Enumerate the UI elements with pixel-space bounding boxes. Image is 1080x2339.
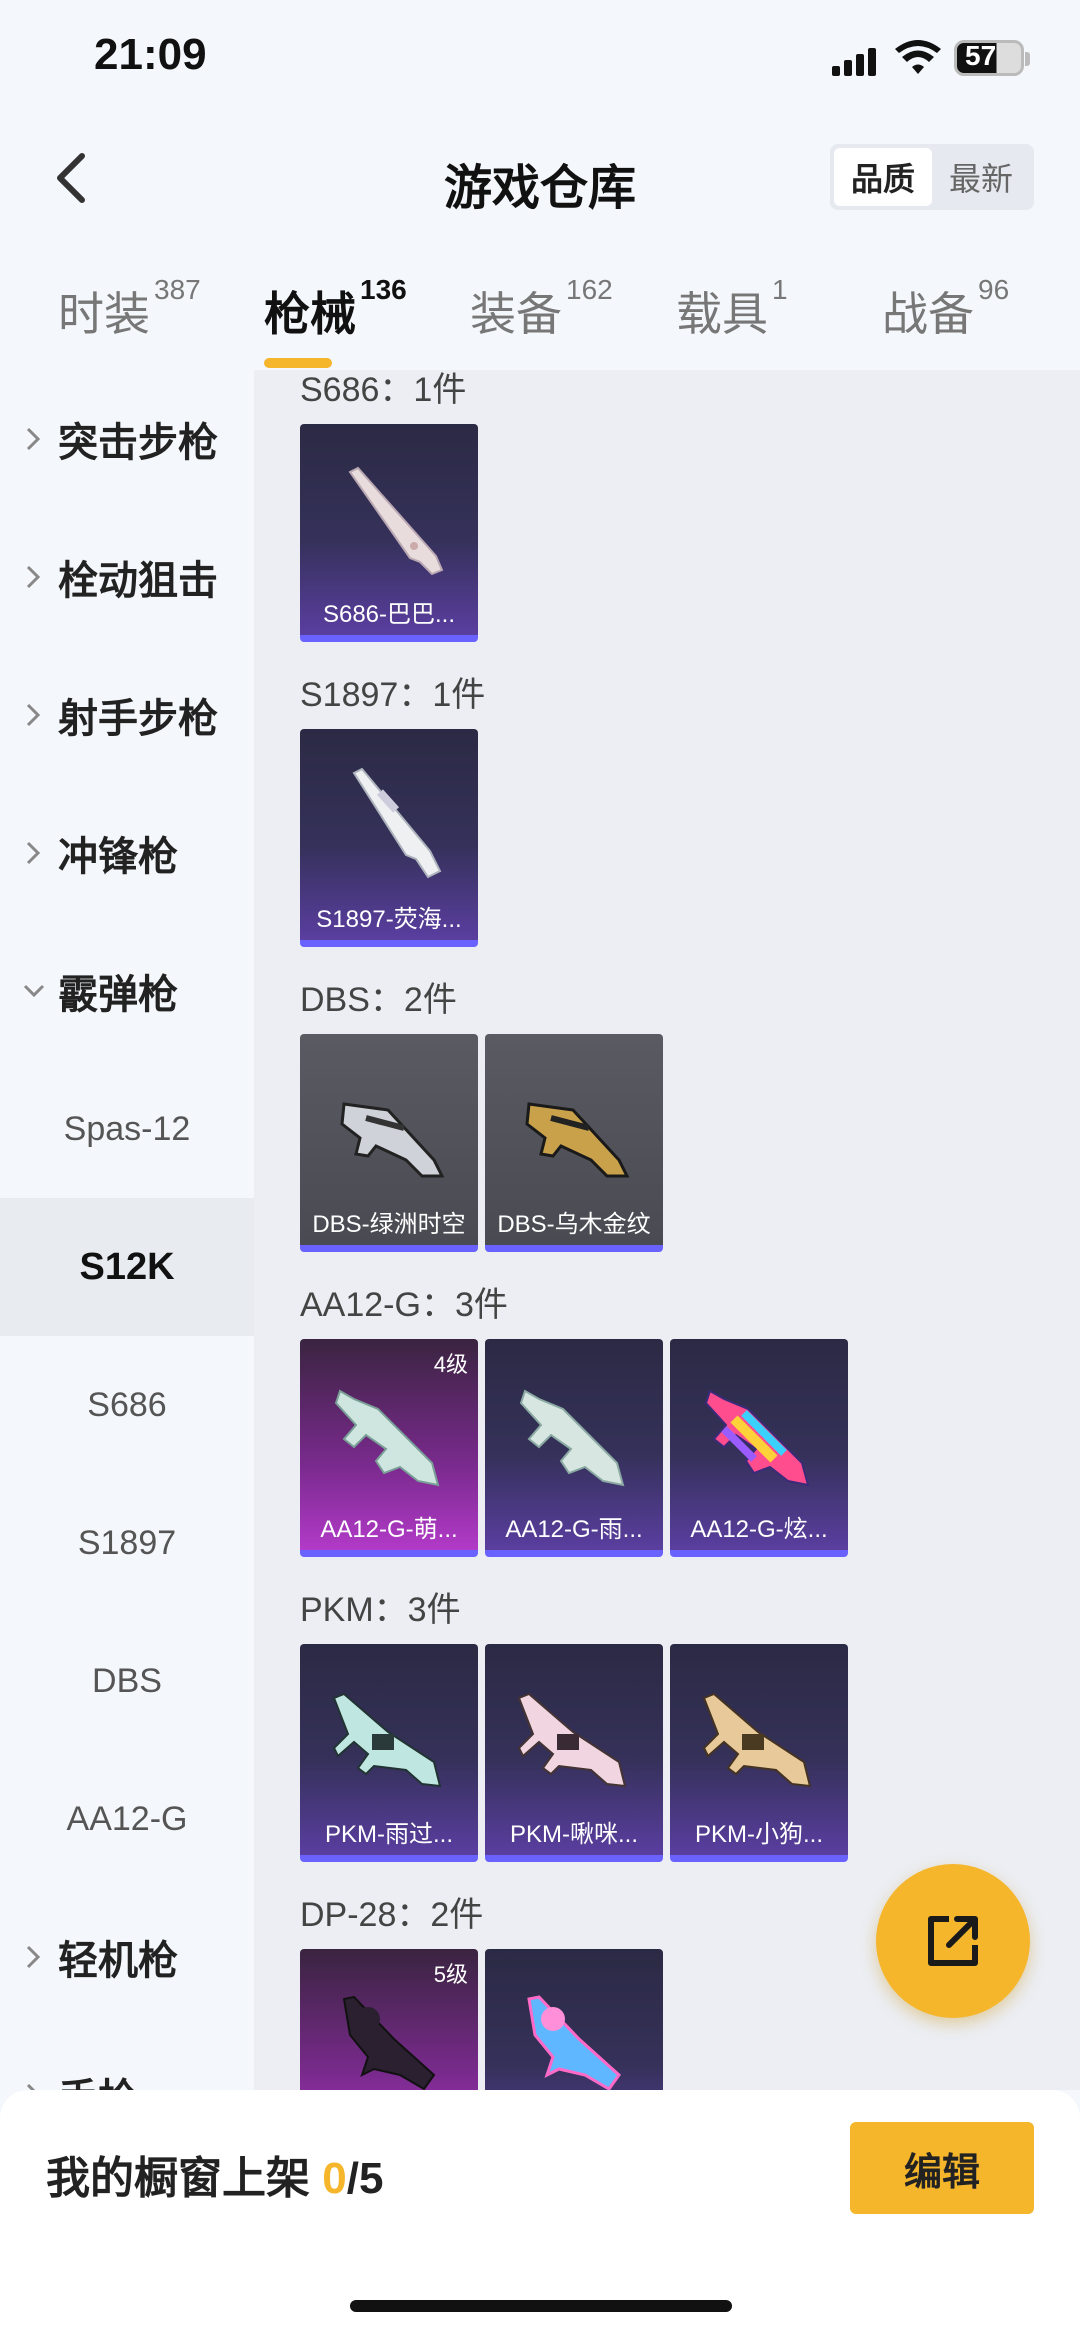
tab-guns[interactable]: 枪械 136 (264, 274, 407, 368)
item-grid: S686：1件 S686-巴巴... S1897：1件 S1897-荧海... … (254, 370, 1080, 2090)
category-tabs: 时装 387 枪械 136 装备 162 载具 1 战备 96 (0, 262, 1080, 368)
sidebar-sub-dbs[interactable]: DBS (0, 1612, 254, 1750)
tab-vehicles[interactable]: 载具 1 (676, 274, 788, 344)
showcase-count: 0 (322, 2154, 347, 2203)
sidebar: 突击步枪 栓动狙击 射手步枪 冲锋枪 霰弹枪 Spas-12 S12K S686… (0, 370, 254, 2090)
group-title: S1897：1件 (300, 676, 486, 714)
chevron-down-icon (23, 984, 45, 998)
sidebar-sub-aa12g[interactable]: AA12-G (0, 1750, 254, 1888)
item-name: DBS-乌木金纹 (497, 1211, 651, 1238)
group-title: DP-28：2件 (300, 1896, 484, 1934)
item-card[interactable]: AA12-G-雨... (485, 1339, 663, 1557)
sidebar-item-shotgun[interactable]: 霰弹枪 (0, 922, 254, 1060)
tab-underline (264, 358, 332, 368)
machine-gun-icon (527, 1995, 621, 2090)
group-title: PKM：3件 (300, 1591, 461, 1629)
item-card[interactable]: PKM-啾咪... (485, 1644, 663, 1862)
sidebar-item-bolt-sniper[interactable]: 栓动狙击 (0, 508, 254, 646)
item-card[interactable]: AA12-G-炫... (670, 1339, 848, 1557)
machine-gun-icon (702, 1692, 812, 1788)
external-share-icon (928, 1916, 978, 1966)
status-bar: 21:09 57 (0, 0, 1080, 120)
item-name: AA12-G-雨... (505, 1516, 643, 1543)
item-card[interactable]: DBS-绿洲时空 (300, 1034, 478, 1252)
item-card[interactable]: 4级 AA12-G-萌... (300, 1339, 478, 1557)
sidebar-sub-s686[interactable]: S686 (0, 1336, 254, 1474)
item-card[interactable]: S1897-荧海... (300, 729, 478, 947)
item-name: DBS-绿洲时空 (312, 1211, 466, 1238)
item-name: PKM-雨过... (324, 1821, 453, 1848)
item-name: PKM-小狗... (694, 1821, 823, 1848)
sidebar-sub-spas12[interactable]: Spas-12 (0, 1060, 254, 1198)
sidebar-sub-s1897[interactable]: S1897 (0, 1474, 254, 1612)
shotgun-icon (340, 1102, 445, 1178)
rifle-icon (519, 1389, 625, 1487)
showcase-label: 我的橱窗上架 0/5 (46, 2154, 384, 2203)
edit-button[interactable]: 编辑 (850, 2122, 1034, 2214)
item-name: AA12-G-萌... (320, 1516, 458, 1543)
group-title: DBS：2件 (300, 981, 457, 1019)
machine-gun-icon (342, 1995, 436, 2090)
sidebar-item-assault-rifle[interactable]: 突击步枪 (0, 370, 254, 508)
sidebar-sub-s12k[interactable]: S12K (0, 1198, 254, 1336)
rifle-icon (334, 1389, 440, 1487)
rifle-icon (704, 1389, 810, 1487)
shotgun-icon (525, 1102, 630, 1178)
item-card[interactable]: DBS-乌木金纹 (485, 1034, 663, 1252)
sidebar-item-marksman-rifle[interactable]: 射手步枪 (0, 646, 254, 784)
tab-supplies[interactable]: 战备 96 (882, 274, 1009, 344)
chevron-right-icon (26, 565, 41, 589)
item-name: PKM-啾咪... (509, 1821, 638, 1848)
machine-gun-icon (332, 1692, 442, 1788)
chevron-right-icon (26, 427, 41, 451)
item-name: S1897-荧海... (316, 906, 462, 933)
showcase-total: /5 (346, 2154, 384, 2203)
item-name: AA12-G-炫... (690, 1516, 828, 1543)
chevron-right-icon (26, 703, 41, 727)
tab-fashion[interactable]: 时装 387 (58, 274, 201, 344)
battery-level: 57 (965, 40, 997, 71)
shotgun-icon (352, 767, 442, 879)
sidebar-item-pistol[interactable]: 手枪 (0, 2026, 254, 2090)
chevron-right-icon (26, 1945, 41, 1969)
home-indicator (350, 2300, 732, 2312)
machine-gun-icon (517, 1692, 627, 1788)
tab-equipment[interactable]: 装备 162 (470, 274, 613, 344)
chevron-right-icon (26, 2083, 36, 2090)
item-card[interactable]: S686-巴巴... (300, 424, 478, 642)
status-time: 21:09 (94, 30, 207, 79)
item-name: S686-巴巴... (322, 601, 456, 628)
sidebar-item-smg[interactable]: 冲锋枪 (0, 784, 254, 922)
item-card[interactable]: PKM-小狗... (670, 1644, 848, 1862)
item-card[interactable] (485, 1949, 663, 2090)
header: 游戏仓库 品质 最新 (0, 120, 1080, 240)
sort-toggle: 品质 最新 (830, 144, 1034, 210)
signal-icon (832, 46, 878, 76)
item-card[interactable]: 5级 (300, 1949, 478, 2090)
sort-newest-button[interactable]: 最新 (932, 148, 1030, 206)
shotgun-icon (348, 466, 444, 576)
item-card[interactable]: PKM-雨过... (300, 1644, 478, 1862)
group-title: S686：1件 (300, 371, 467, 409)
share-float-button[interactable] (876, 1864, 1030, 2018)
chevron-right-icon (26, 841, 41, 865)
sort-quality-button[interactable]: 品质 (834, 148, 932, 206)
battery-icon: 57 (954, 40, 1030, 76)
sidebar-item-lmg[interactable]: 轻机枪 (0, 1888, 254, 2026)
wifi-icon (895, 40, 941, 74)
group-title: AA12-G：3件 (300, 1286, 508, 1324)
